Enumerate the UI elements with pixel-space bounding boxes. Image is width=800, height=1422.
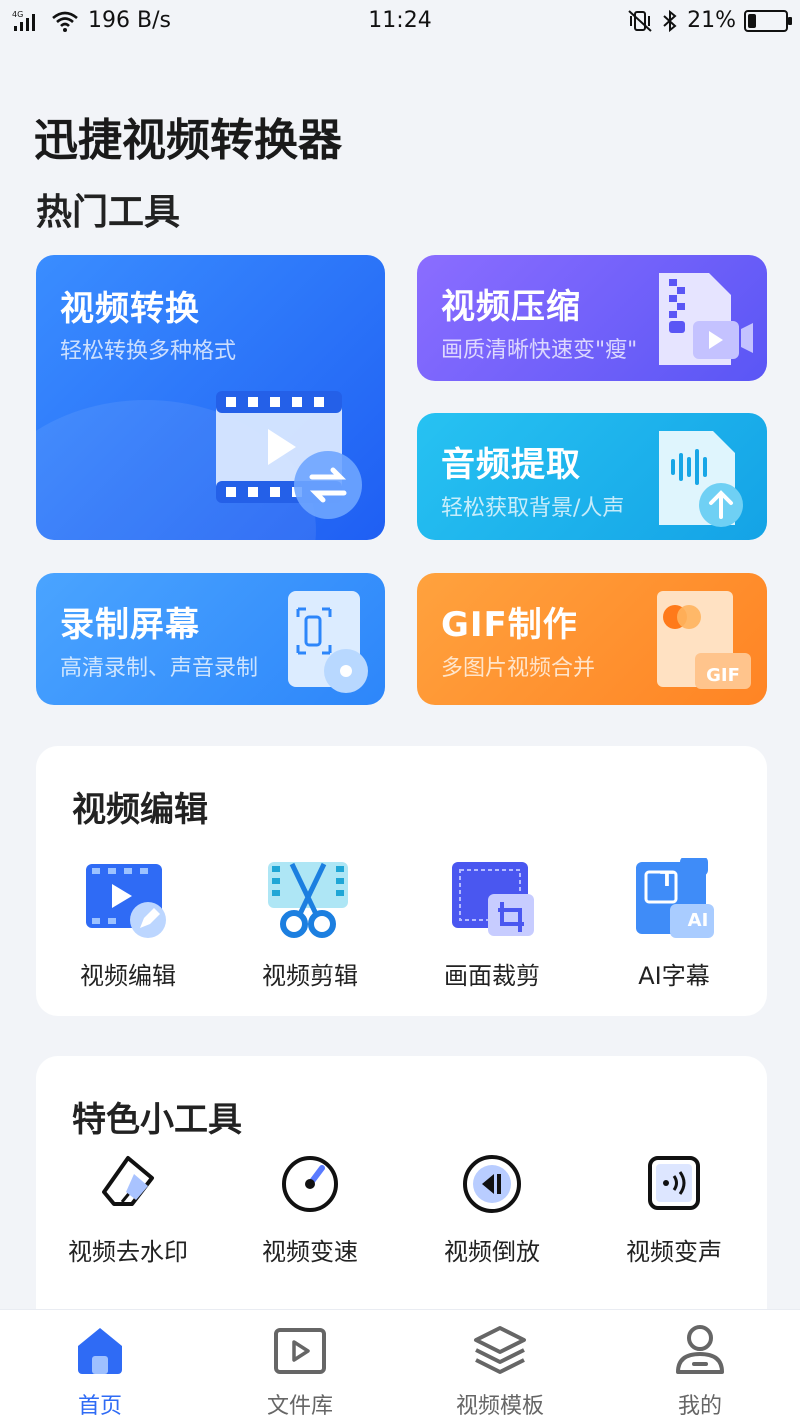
layers-icon <box>474 1326 526 1374</box>
gif-badge: GIF <box>706 665 740 686</box>
nav-label: 文件库 <box>266 1394 333 1419</box>
user-icon <box>676 1325 724 1374</box>
status-right: 21% <box>627 8 792 33</box>
nav-mine[interactable]: 我的 <box>620 1322 780 1420</box>
edit-item-video-cut[interactable]: 视频剪辑 <box>230 858 390 991</box>
voice-change-icon <box>648 1156 700 1210</box>
bluetooth-icon <box>663 9 677 32</box>
nav-label: 我的 <box>677 1394 722 1419</box>
nav-file-library[interactable]: 文件库 <box>220 1322 380 1420</box>
item-label: 视频变速 <box>262 1238 358 1266</box>
audio-extract-card[interactable]: 音频提取 轻松获取背景/人声 <box>417 413 767 540</box>
ai-badge-ai: AI <box>687 910 709 931</box>
card-subtitle: 轻松转换多种格式 <box>60 339 237 364</box>
rewind-icon <box>463 1155 521 1213</box>
item-label: 画面裁剪 <box>444 962 540 990</box>
tool-item-voice-change[interactable]: 视频变声 <box>594 1152 754 1267</box>
nav-video-templates[interactable]: 视频模板 <box>420 1322 580 1420</box>
hot-tools-title: 热门工具 <box>36 192 181 233</box>
nav-home[interactable]: 首页 <box>20 1322 180 1420</box>
video-edit-panel: 视频编辑 视频编辑 视频剪辑 画面裁剪 T AI AI字幕 <box>36 746 767 1016</box>
edit-item-ai-subtitle[interactable]: T AI AI字幕 <box>594 858 754 991</box>
file-library-icon <box>274 1328 326 1374</box>
card-subtitle: 轻松获取背景/人声 <box>441 496 625 521</box>
video-convert-card[interactable]: 视频转换 轻松转换多种格式 <box>36 255 385 540</box>
home-icon <box>78 1328 122 1374</box>
scissors-icon <box>268 862 348 938</box>
card-subtitle: 多图片视频合并 <box>441 656 596 681</box>
item-label: AI字幕 <box>638 962 710 990</box>
nav-label: 视频模板 <box>455 1394 544 1419</box>
video-edit-icon <box>86 864 166 938</box>
panel-title: 特色小工具 <box>72 1100 242 1140</box>
card-title: 音频提取 <box>441 445 581 485</box>
edit-item-video-edit[interactable]: 视频编辑 <box>48 858 208 991</box>
tool-item-reverse[interactable]: 视频倒放 <box>412 1152 572 1267</box>
edit-item-crop[interactable]: 画面裁剪 <box>412 858 572 991</box>
card-subtitle: 高清录制、声音录制 <box>60 656 259 681</box>
battery-level <box>748 13 756 28</box>
item-label: 视频去水印 <box>68 1238 188 1266</box>
status-bar: 4G 196 B/s 11:24 21% <box>0 0 800 44</box>
eraser-icon <box>102 1156 154 1206</box>
audio-file-upload-icon <box>659 431 743 527</box>
gif-make-card[interactable]: GIF制作 多图片视频合并 GIF <box>417 573 767 705</box>
item-label: 视频编辑 <box>80 962 176 990</box>
card-title: 视频转换 <box>60 289 200 329</box>
screen-record-card[interactable]: 录制屏幕 高清录制、声音录制 <box>36 573 385 705</box>
video-compress-card[interactable]: 视频压缩 画质清晰快速变"瘦" <box>417 255 767 381</box>
card-title: 录制屏幕 <box>60 605 200 645</box>
ai-badge-t: T <box>660 867 674 891</box>
screen-record-icon <box>288 591 368 693</box>
bottom-nav: 首页 文件库 视频模板 我的 <box>0 1309 800 1422</box>
card-subtitle: 画质清晰快速变"瘦" <box>441 338 638 363</box>
film-convert-icon <box>216 391 362 519</box>
speedometer-icon <box>282 1156 338 1212</box>
nav-label: 首页 <box>77 1394 122 1419</box>
card-title: GIF制作 <box>441 605 578 645</box>
crop-icon <box>452 862 534 936</box>
app-title: 迅捷视频转换器 <box>34 115 342 166</box>
vibrate-mute-icon <box>628 9 652 32</box>
item-label: 视频倒放 <box>444 1238 540 1266</box>
item-label: 视频变声 <box>626 1238 722 1266</box>
panel-title: 视频编辑 <box>72 790 208 830</box>
zip-video-icon <box>659 273 753 365</box>
battery-icon <box>744 9 792 32</box>
item-label: 视频剪辑 <box>262 962 358 990</box>
tool-item-remove-watermark[interactable]: 视频去水印 <box>48 1152 208 1267</box>
card-title: 视频压缩 <box>441 287 581 327</box>
battery-percent: 21% <box>687 8 736 33</box>
tool-item-speed[interactable]: 视频变速 <box>230 1152 390 1267</box>
